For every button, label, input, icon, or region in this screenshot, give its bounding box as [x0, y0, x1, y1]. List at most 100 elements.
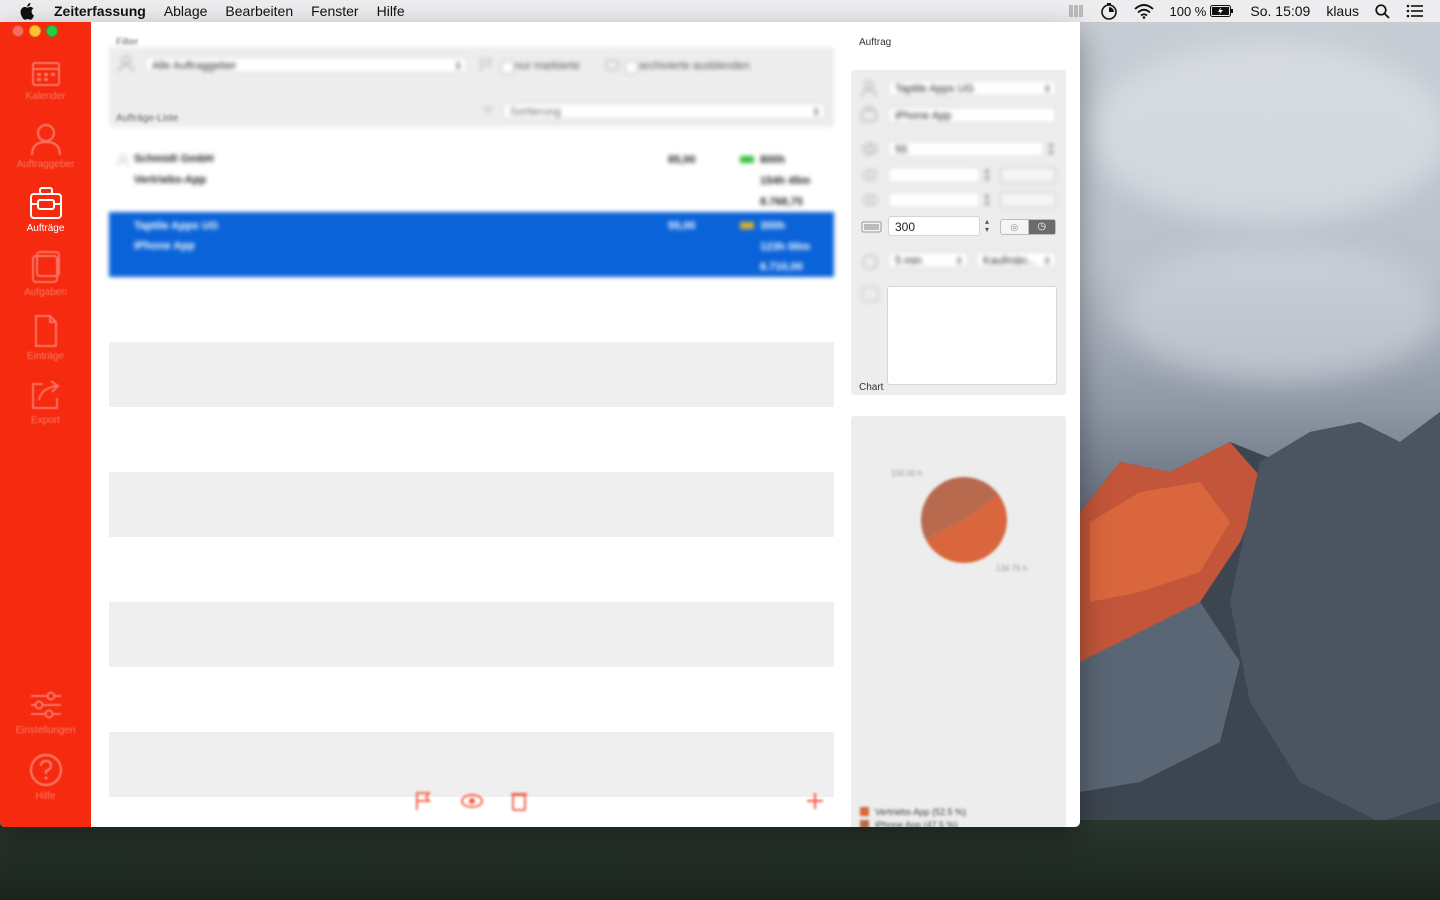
rounding-select[interactable]: 5 min ⇕	[888, 252, 968, 268]
row-time: 123h 00m	[760, 241, 811, 253]
close-window-button[interactable]	[12, 25, 24, 37]
sidebar-item-label: Auftraggeber	[16, 159, 75, 170]
only-marked-checkbox[interactable]	[501, 61, 514, 74]
person-icon	[30, 123, 61, 156]
legend-label: Vertriebs-App (52.5 %)	[875, 806, 967, 817]
client-filter-select[interactable]: Alle Auftraggeber ⇕	[145, 57, 467, 73]
sliders-icon	[30, 691, 61, 719]
chevron-updown-icon: ⇕	[955, 256, 963, 266]
row-rate: 55,00	[668, 220, 696, 232]
legend-swatch	[860, 820, 869, 827]
list-row-empty	[109, 732, 834, 797]
export-icon	[31, 380, 60, 409]
chevron-updown-icon: ⇕	[812, 107, 820, 117]
menu-bar: Zeiterfassung Ablage Bearbeiten Fenster …	[0, 0, 1440, 23]
client-icon	[861, 80, 877, 98]
row-rate: 85,00	[668, 154, 696, 166]
add-order-button[interactable]	[805, 790, 825, 812]
only-marked-label: nur markierte	[515, 60, 580, 72]
extra-rate-stepper-2[interactable]: ▴ ▾	[983, 192, 991, 208]
extra-rate-field[interactable]	[888, 167, 980, 183]
extra-rate-toggle[interactable]	[1000, 167, 1056, 183]
clock[interactable]: So. 15:09	[1250, 3, 1310, 19]
battery-charging-icon[interactable]	[1210, 5, 1234, 17]
notification-center-icon[interactable]	[1406, 4, 1424, 18]
zoom-window-button[interactable]	[46, 25, 58, 37]
clock-icon[interactable]: ◷	[1028, 220, 1055, 234]
notes-textarea[interactable]	[887, 286, 1057, 385]
extra-rate-toggle-2[interactable]	[1000, 192, 1056, 208]
menu-ablage[interactable]: Ablage	[164, 3, 208, 19]
list-row-schmidt[interactable]: Schmidt GmbH Vertriebs-App 85,00 800h 15…	[109, 146, 834, 211]
minimize-window-button[interactable]	[29, 25, 41, 37]
sidebar-item-kalender[interactable]: Kalender	[0, 60, 91, 102]
list-row-empty	[109, 602, 834, 667]
tasks-icon	[31, 251, 60, 283]
menu-app-name[interactable]: Zeiterfassung	[54, 3, 146, 19]
hide-archived-label: archivierte ausblenden	[639, 60, 750, 72]
delete-button[interactable]	[510, 790, 528, 812]
row-budget: 800h	[760, 154, 786, 166]
sidebar-item-eintraege[interactable]: Einträge	[0, 314, 91, 362]
rate-stepper[interactable]: ▴ ▾	[1047, 141, 1055, 157]
coins-icon	[862, 143, 878, 155]
pie-slice-label: 134.75 h	[996, 564, 1027, 573]
timer-icon[interactable]	[1100, 2, 1118, 20]
sidebar-item-einstellungen[interactable]: Einstellungen	[0, 688, 91, 736]
flag-icon	[480, 58, 493, 72]
chart-legend: Vertriebs-App (52.5 %) iPhone App (47.5 %…	[860, 805, 966, 827]
sorting-select[interactable]: Sortierung ⇕	[503, 103, 825, 119]
client-filter-icon	[118, 55, 134, 73]
project-field[interactable]: iPhone App	[888, 107, 1056, 123]
orders-list-label: Aufträge-Liste	[116, 113, 179, 124]
apple-menu-icon[interactable]	[20, 2, 36, 20]
archive-icon	[605, 59, 619, 71]
row-project: iPhone App	[134, 240, 195, 252]
calendar-icon	[31, 62, 60, 86]
budget-progress	[740, 222, 754, 229]
notes-icon	[861, 286, 879, 302]
chevron-updown-icon: ⇕	[1043, 84, 1051, 94]
sidebar-item-label: Einstellungen	[15, 725, 76, 736]
archive-button[interactable]	[460, 790, 484, 812]
user-name[interactable]: klaus	[1326, 3, 1359, 19]
extra-rate-field-2[interactable]	[888, 192, 980, 208]
stopwatch-icon	[862, 254, 878, 270]
extra-rate-stepper[interactable]: ▴ ▾	[983, 167, 991, 183]
wifi-icon[interactable]	[1133, 3, 1154, 19]
sidebar-item-auftraggeber[interactable]: Auftraggeber	[0, 122, 91, 170]
budget-hours-field[interactable]: 300	[888, 216, 980, 236]
sidebar-item-hilfe[interactable]: Hilfe	[0, 752, 91, 802]
list-row-taptile[interactable]: Taptile Apps UG iPhone App 55,00 300h 12…	[109, 212, 834, 277]
coins-icon[interactable]: ◎	[1001, 220, 1029, 234]
filter-panel: Alle Auftraggeber ⇕ nur markierte archiv…	[109, 47, 834, 127]
list-row-empty	[109, 277, 834, 342]
menu-bearbeiten[interactable]: Bearbeiten	[225, 3, 293, 19]
menu-hilfe[interactable]: Hilfe	[377, 3, 405, 19]
rounding-mode-select[interactable]: Kaufmän... ⇕	[976, 252, 1056, 268]
legend-swatch	[860, 807, 869, 816]
sidebar-item-aufgaben[interactable]: Aufgaben	[0, 250, 91, 298]
sidebar-item-export[interactable]: Export	[0, 378, 91, 426]
flag-button[interactable]	[414, 790, 432, 812]
sidebar-item-auftraege[interactable]: Aufträge	[0, 186, 91, 234]
list-row-empty	[109, 407, 834, 472]
budget-stepper[interactable]: ▴ ▾	[983, 218, 991, 234]
spotlight-search-icon[interactable]	[1375, 3, 1390, 19]
legend-item: iPhone App (47.5 %)	[860, 818, 966, 827]
budget-mode-toggle[interactable]: ◎ ◷	[1000, 219, 1056, 235]
client-select[interactable]: Taptile Apps UG ⇕	[888, 80, 1056, 96]
pie-chart: 100.00 h 134.75 h	[891, 469, 1027, 573]
row-budget: 300h	[760, 220, 786, 232]
legend-item: Vertriebs-App (52.5 %)	[860, 805, 966, 818]
chevron-updown-icon: ⇕	[1043, 256, 1051, 266]
row-client: Schmidt GmbH	[134, 153, 214, 165]
menu-fenster[interactable]: Fenster	[311, 3, 358, 19]
status-bars-icon[interactable]	[1068, 4, 1084, 18]
hide-archived-checkbox[interactable]	[625, 61, 638, 74]
rate-field[interactable]: 55	[888, 141, 1044, 157]
sidebar-item-label: Export	[31, 415, 60, 426]
chart-panel: 100.00 h 134.75 h Vertriebs-App (52.5 %) i…	[851, 416, 1066, 827]
briefcase-icon	[29, 187, 62, 219]
row-client: Taptile Apps UG	[134, 220, 219, 232]
